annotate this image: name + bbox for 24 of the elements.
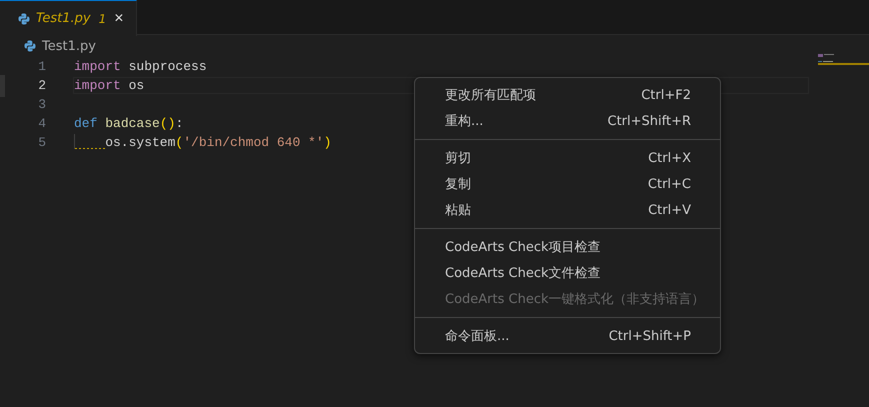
editor-tab[interactable]: Test1.py 1 × [0,0,137,36]
menu-item[interactable]: 剪切 Ctrl+X [415,145,720,171]
line-number: 2 [37,77,46,95]
code-line: import os [74,77,144,94]
menu-item[interactable]: 复制 Ctrl+C [415,171,720,197]
menu-item[interactable]: 粘贴 Ctrl+V [415,197,720,223]
line-number: 3 [37,96,46,114]
close-button[interactable]: × [112,10,126,26]
menu-item[interactable]: 命令面板... Ctrl+Shift+P [415,323,720,349]
line-number: 5 [37,134,46,152]
menu-item[interactable]: CodeArts Check项目检查 [415,234,720,260]
problem-count: 1 [98,12,106,26]
tab-title: Test1.py [36,11,91,26]
line-number: 1 [37,58,46,76]
code-line: os.system('/bin/chmod 640 *') [74,134,332,151]
python-icon [24,40,36,52]
code-line: def badcase(): [74,115,184,132]
menu-item[interactable]: 更改所有匹配项 Ctrl+F2 [415,82,720,108]
breadcrumb-item[interactable]: Test1.py [42,38,96,54]
code-line: import subprocess [74,58,207,75]
menu-item[interactable]: CodeArts Check文件检查 [415,260,720,286]
line-number: 4 [37,115,46,133]
python-icon [18,12,30,24]
menu-item[interactable]: 重构... Ctrl+Shift+R [415,108,720,134]
